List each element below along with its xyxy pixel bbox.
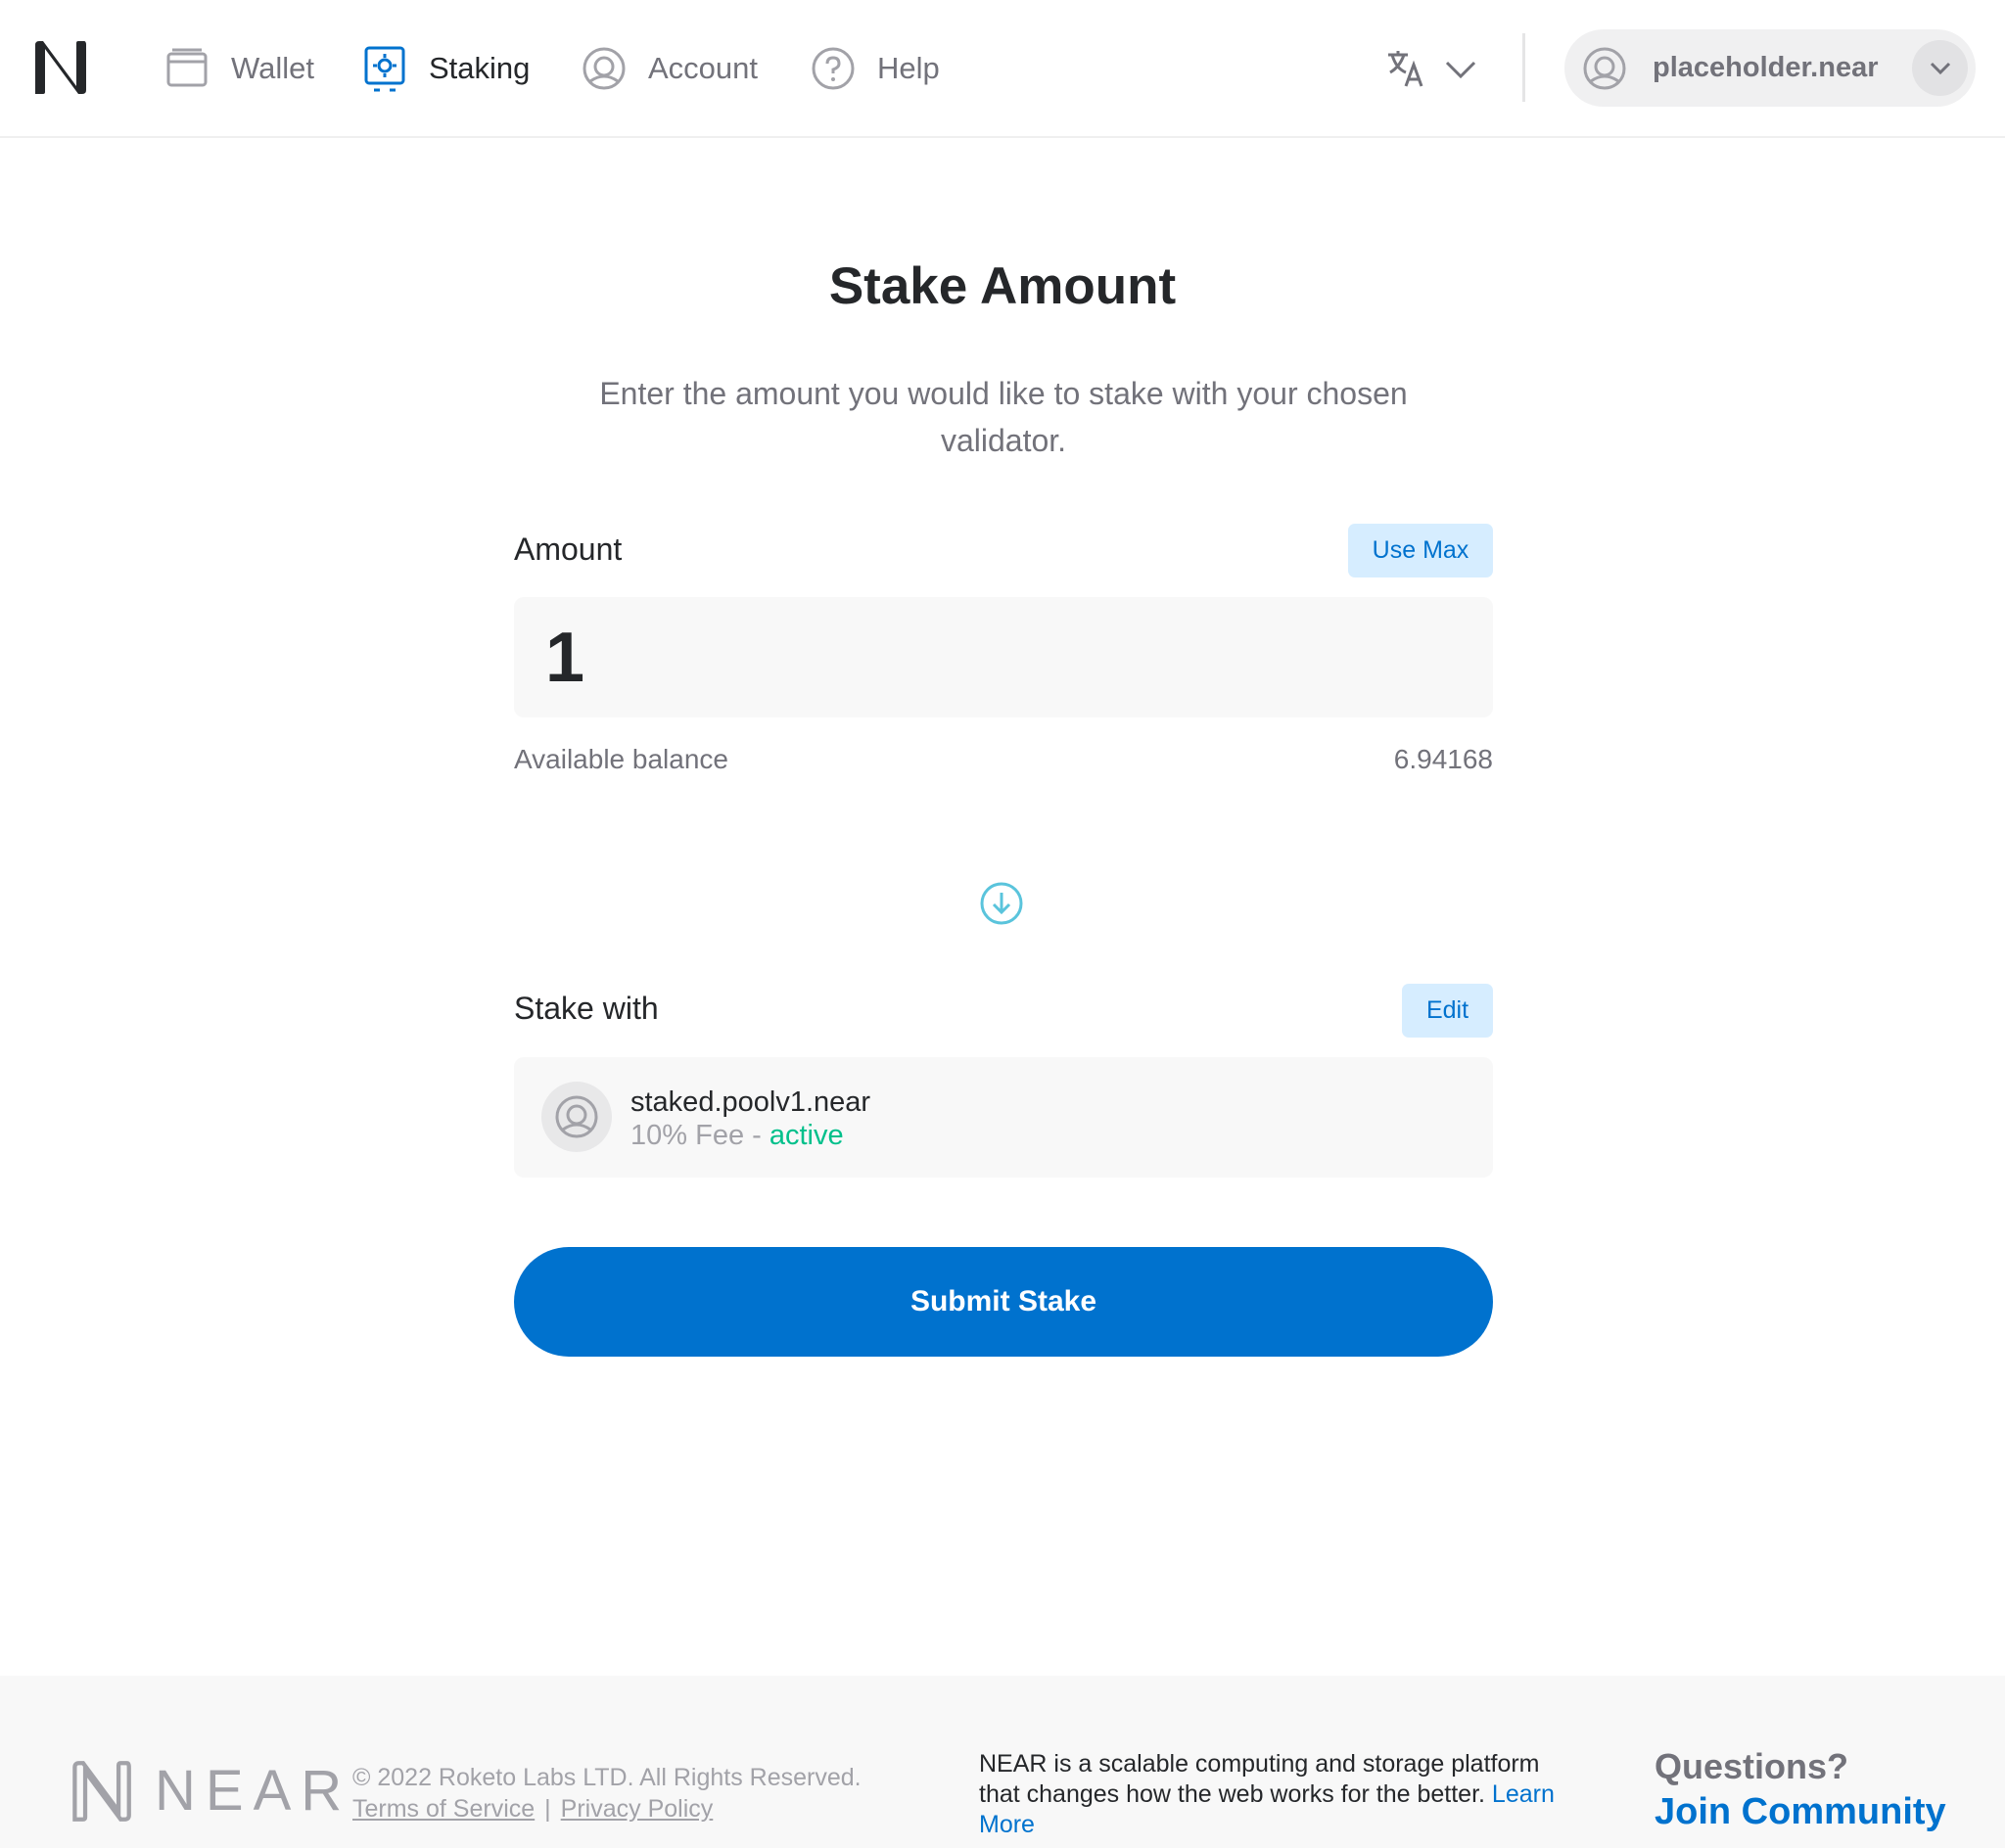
footer-legal: © 2022 Roketo Labs LTD. All Rights Reser… — [352, 1762, 862, 1825]
validator-meta-separator: - — [744, 1120, 769, 1151]
account-menu[interactable]: placeholder.near — [1564, 29, 1976, 107]
chevron-down-icon — [1445, 61, 1476, 79]
account-dropdown-button[interactable] — [1912, 40, 1968, 96]
footer-questions: Questions? — [1655, 1746, 1849, 1786]
header-divider — [1522, 33, 1525, 102]
language-selector[interactable] — [1386, 43, 1478, 94]
validator-status: active — [769, 1120, 844, 1151]
chevron-down-icon — [1930, 62, 1950, 74]
nav-account-label: Account — [648, 51, 759, 85]
nav-staking[interactable]: Staking — [362, 39, 530, 98]
page-description: Enter the amount you would like to stake… — [599, 376, 1408, 458]
near-logo-icon — [72, 1760, 131, 1822]
account-icon — [583, 47, 626, 90]
translate-icon — [1388, 51, 1423, 87]
stake-with-label: Stake with — [514, 991, 659, 1026]
footer-wordmark: NEAR — [155, 1759, 352, 1823]
page-title: Stake Amount — [828, 257, 1177, 315]
amount-label: Amount — [514, 531, 623, 567]
validator-meta: 10% Fee - active — [630, 1120, 844, 1152]
submit-stake-button[interactable]: Submit Stake — [514, 1247, 1493, 1357]
near-logo-icon[interactable] — [29, 37, 90, 98]
nav-help[interactable]: Help — [811, 39, 940, 98]
nav-wallet[interactable]: Wallet — [164, 39, 314, 98]
nav-wallet-label: Wallet — [231, 51, 314, 85]
nav-account[interactable]: Account — [582, 39, 758, 98]
validator-icon — [555, 1095, 598, 1138]
account-name: placeholder.near — [1653, 52, 1879, 83]
terms-of-service-link[interactable]: Terms of Service — [352, 1795, 535, 1823]
staking-icon — [364, 46, 405, 92]
join-community-link[interactable]: Join Community — [1655, 1791, 1946, 1833]
footer-copyright: © 2022 Roketo Labs LTD. All Rights Reser… — [352, 1764, 862, 1791]
footer-about: NEAR is a scalable computing and storage… — [979, 1749, 1557, 1840]
help-icon — [812, 47, 855, 90]
nav-staking-label: Staking — [429, 51, 531, 85]
arrow-down-circle-icon — [980, 882, 1023, 925]
available-balance-value: 6.94168 — [1393, 744, 1493, 774]
amount-field — [514, 597, 1493, 717]
wallet-icon — [166, 48, 208, 87]
available-balance-label: Available balance — [514, 744, 728, 774]
footer-logo: NEAR — [69, 1758, 351, 1824]
footer-about-text: NEAR is a scalable computing and storage… — [979, 1750, 1540, 1808]
validator-avatar — [541, 1082, 612, 1152]
validator-fee: 10% Fee — [630, 1120, 745, 1151]
nav-help-label: Help — [877, 51, 940, 85]
amount-input[interactable] — [514, 597, 1466, 717]
use-max-button[interactable]: Use Max — [1348, 524, 1493, 578]
validator-name: staked.poolv1.near — [630, 1086, 871, 1118]
footer: NEAR © 2022 Roketo Labs LTD. All Rights … — [0, 1676, 2005, 1848]
validator-card[interactable]: staked.poolv1.near 10% Fee - active — [514, 1057, 1493, 1178]
top-nav-bar: Wallet Staking Account Help placeholder.… — [0, 0, 2005, 138]
footer-link-divider: | — [544, 1795, 551, 1823]
account-avatar-icon — [1583, 47, 1626, 89]
available-balance-row: Available balance 6.94168 — [514, 744, 1493, 775]
edit-validator-button[interactable]: Edit — [1402, 984, 1493, 1038]
privacy-policy-link[interactable]: Privacy Policy — [561, 1795, 714, 1823]
